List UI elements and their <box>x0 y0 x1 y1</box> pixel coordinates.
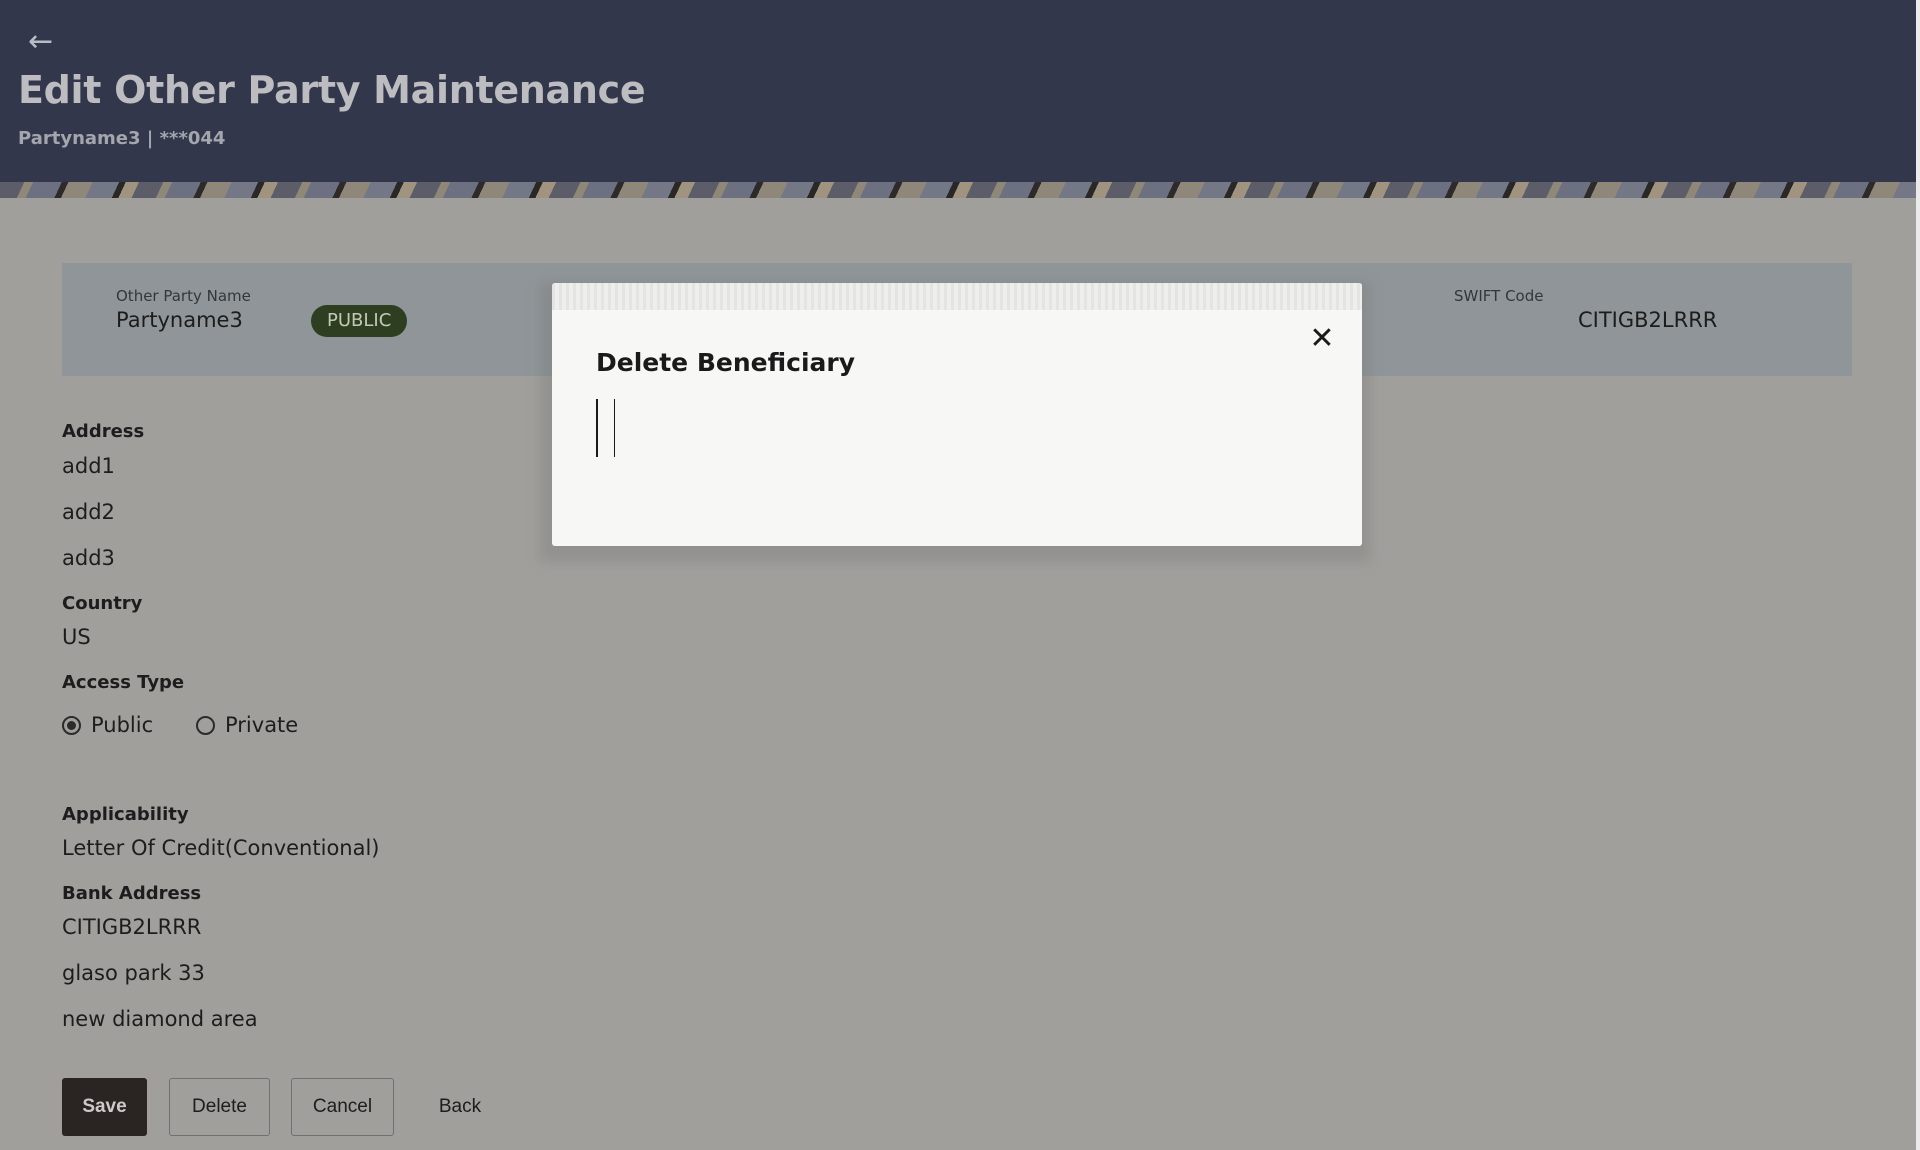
swift-code-label: SWIFT Code <box>1454 287 1544 305</box>
address-label: Address <box>62 421 145 442</box>
delete-button[interactable]: Delete <box>169 1078 270 1136</box>
close-icon[interactable]: ✕ <box>1306 323 1338 355</box>
radio-private-label: Private <box>225 713 299 737</box>
applicability-value: Letter Of Credit(Conventional) <box>62 836 380 860</box>
radio-private-indicator[interactable] <box>196 715 215 735</box>
text-cursor-bar <box>614 399 615 457</box>
address-line-3: add3 <box>62 546 115 570</box>
party-name-value: Partyname3 <box>116 308 243 332</box>
scrollbar-track <box>1916 0 1920 1150</box>
page-subtitle: Partyname3 | ***044 <box>18 128 226 149</box>
address-line-1: add1 <box>62 454 115 478</box>
address-line-2: add2 <box>62 500 115 524</box>
bank-address-label: Bank Address <box>62 883 202 904</box>
applicability-label: Applicability <box>62 804 189 825</box>
access-type-label: Access Type <box>62 672 185 693</box>
back-arrow-icon[interactable]: ← <box>28 27 58 57</box>
delete-beneficiary-dialog: Delete Beneficiary ✕ <box>552 283 1362 546</box>
page-header: ← Edit Other Party Maintenance Partyname… <box>0 0 1916 182</box>
save-button[interactable]: Save <box>62 1078 147 1136</box>
party-name-label: Other Party Name <box>116 287 251 305</box>
radio-private[interactable]: Private <box>196 713 298 737</box>
cancel-button[interactable]: Cancel <box>291 1078 394 1136</box>
swift-code-value: CITIGB2LRRR <box>1578 308 1718 332</box>
header-decorative-band <box>0 182 1916 198</box>
radio-public[interactable]: Public <box>62 713 153 737</box>
bank-address-line-1: CITIGB2LRRR <box>62 915 202 939</box>
country-label: Country <box>62 593 143 614</box>
modal-title: Delete Beneficiary <box>596 348 856 377</box>
bank-address-line-2: glaso park 33 <box>62 961 205 985</box>
modal-header-band <box>552 283 1362 310</box>
country-value: US <box>62 625 91 649</box>
radio-public-label: Public <box>91 713 154 737</box>
radio-public-indicator[interactable] <box>62 715 81 735</box>
text-cursor-bar <box>596 399 598 457</box>
page-title: Edit Other Party Maintenance <box>18 68 646 112</box>
back-button[interactable]: Back <box>420 1078 500 1136</box>
access-type-badge: PUBLIC <box>311 305 408 337</box>
bank-address-line-3: new diamond area <box>62 1007 258 1031</box>
